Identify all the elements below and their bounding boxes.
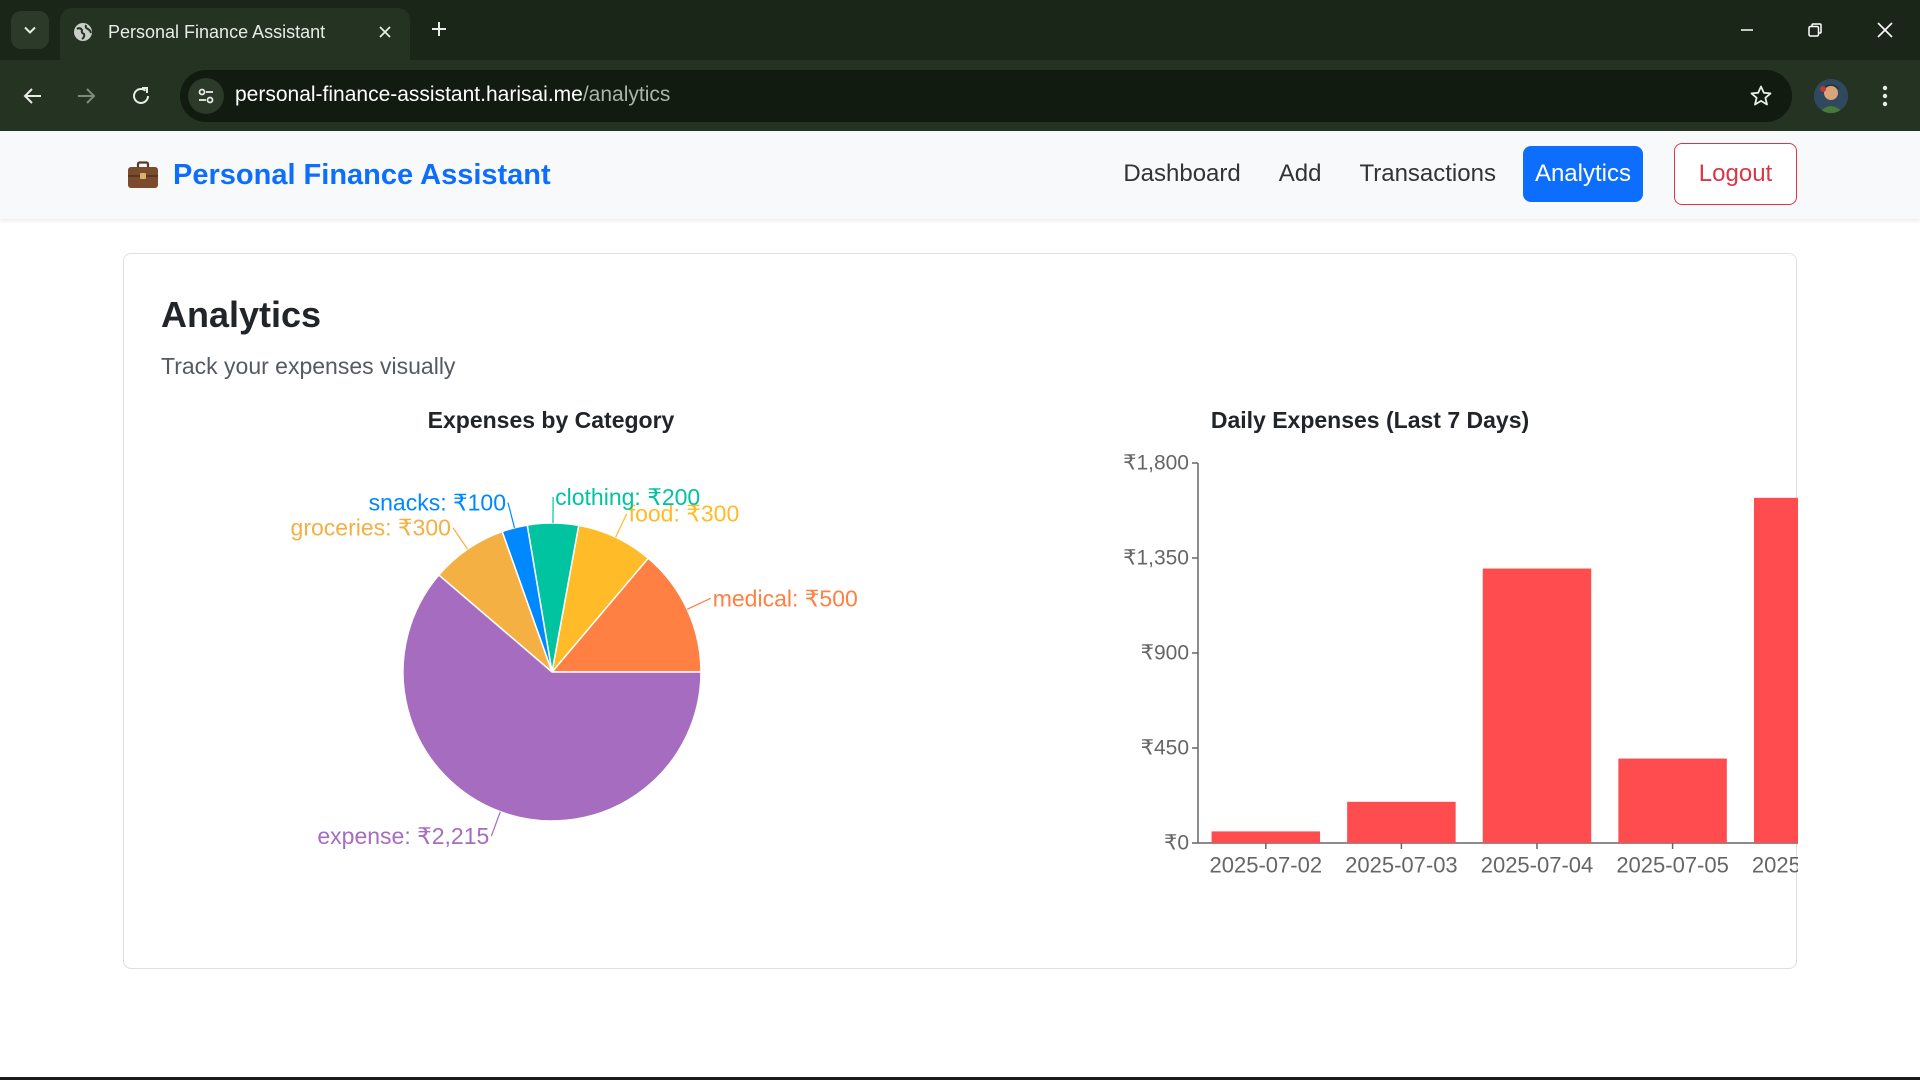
briefcase-icon — [128, 161, 158, 188]
bar-2025-07-02[interactable] — [1211, 831, 1321, 843]
y-tick-label: ₹0 — [1164, 832, 1189, 855]
back-button[interactable] — [13, 76, 53, 116]
daily-expenses-bar-chart: ₹0 ₹450 ₹900 ₹1,350 ₹1,800 2025-07-02 2025-07-… — [1123, 452, 1798, 878]
pie-slices — [402, 522, 702, 822]
bar-2025-07-04[interactable] — [1482, 568, 1592, 843]
pie-label-expense: expense: ₹2,215 — [317, 823, 489, 849]
pie-label-snacks: snacks: ₹100 — [369, 490, 506, 516]
nav-link-transactions[interactable]: Transactions — [1340, 148, 1515, 200]
expenses-by-category-pie-chart: medical: ₹500food: ₹300clothing: ₹200sna… — [291, 484, 858, 849]
bookmark-button[interactable] — [1748, 83, 1774, 109]
avatar-icon — [1814, 79, 1848, 113]
arrow-left-icon — [23, 88, 41, 104]
brand[interactable]: Personal Finance Assistant — [127, 157, 551, 193]
profile-avatar[interactable] — [1814, 79, 1848, 113]
browser-tab[interactable]: Personal Finance Assistant — [60, 8, 410, 60]
y-tick-label: ₹1,800 — [1123, 452, 1189, 475]
y-tick-label: ₹450 — [1141, 737, 1189, 760]
star-icon — [1750, 85, 1772, 106]
pie-label-line-snacks — [507, 502, 516, 528]
restore-button[interactable] — [1790, 10, 1840, 50]
nav-links: Dashboard Add Transactions Analytics Log… — [1104, 143, 1797, 205]
arrow-right-icon — [78, 88, 96, 104]
url-path: /analytics — [582, 83, 671, 106]
url-text: personal-finance-assistant.harisai.me/an… — [235, 83, 670, 107]
pie-label-line-medical — [686, 597, 711, 610]
minimize-button[interactable] — [1722, 10, 1772, 50]
tab-title: Personal Finance Assistant — [108, 22, 326, 42]
close-icon — [1877, 22, 1893, 38]
browser-tab-strip: Personal Finance Assistant — [0, 0, 1920, 60]
browser-toolbar: personal-finance-assistant.harisai.me/an… — [0, 60, 1920, 131]
tune-icon — [198, 88, 214, 104]
site-info-button[interactable] — [188, 78, 224, 114]
pie-label-medical: medical: ₹500 — [713, 585, 858, 611]
x-tick-label: 2025-07-06 — [1752, 853, 1798, 878]
reload-icon — [133, 87, 149, 104]
close-icon — [379, 26, 391, 38]
y-tick-label: ₹1,350 — [1123, 547, 1189, 570]
pie-label-line-expense — [490, 811, 501, 837]
url-host: personal-finance-assistant.harisai.me — [235, 83, 583, 106]
nav-link-dashboard[interactable]: Dashboard — [1104, 148, 1259, 200]
new-tab-button[interactable] — [424, 14, 454, 44]
close-window-button[interactable] — [1860, 10, 1910, 50]
bar-2025-07-06[interactable] — [1753, 497, 1798, 843]
reload-button[interactable] — [121, 76, 161, 116]
analytics-card: Analytics Track your expenses visually E… — [123, 253, 1798, 969]
pie-label-line-food — [615, 513, 628, 538]
more-vertical-icon — [1882, 85, 1888, 107]
brand-name: Personal Finance Assistant — [173, 158, 551, 191]
browser-menu-button[interactable] — [1870, 80, 1900, 112]
plus-icon — [432, 22, 446, 36]
x-tick-label: 2025-07-03 — [1345, 853, 1458, 878]
logout-button[interactable]: Logout — [1674, 143, 1797, 205]
bar-2025-07-03[interactable] — [1347, 801, 1456, 843]
restore-icon — [1808, 23, 1822, 37]
tab-close-button[interactable] — [374, 21, 396, 43]
minimize-icon — [1741, 29, 1753, 31]
bar-2025-07-05[interactable] — [1618, 758, 1727, 843]
nav-link-add[interactable]: Add — [1260, 148, 1341, 200]
app-navbar: Personal Finance Assistant Dashboard Add… — [0, 131, 1920, 219]
address-bar[interactable]: personal-finance-assistant.harisai.me/an… — [180, 70, 1792, 122]
pie-label-clothing: clothing: ₹200 — [555, 484, 700, 510]
globe-icon — [74, 23, 92, 41]
x-tick-label: 2025-07-04 — [1481, 853, 1594, 878]
x-tick-label: 2025-07-02 — [1210, 853, 1323, 878]
pie-label-groceries: groceries: ₹300 — [291, 515, 451, 541]
x-tick-label: 2025-07-05 — [1616, 853, 1729, 878]
y-tick-label: ₹900 — [1141, 642, 1189, 665]
forward-button[interactable] — [66, 76, 106, 116]
pie-label-line-groceries — [452, 527, 469, 550]
nav-link-analytics[interactable]: Analytics — [1522, 146, 1643, 202]
chevron-down-icon — [24, 26, 36, 34]
tab-search-button[interactable] — [11, 11, 49, 49]
